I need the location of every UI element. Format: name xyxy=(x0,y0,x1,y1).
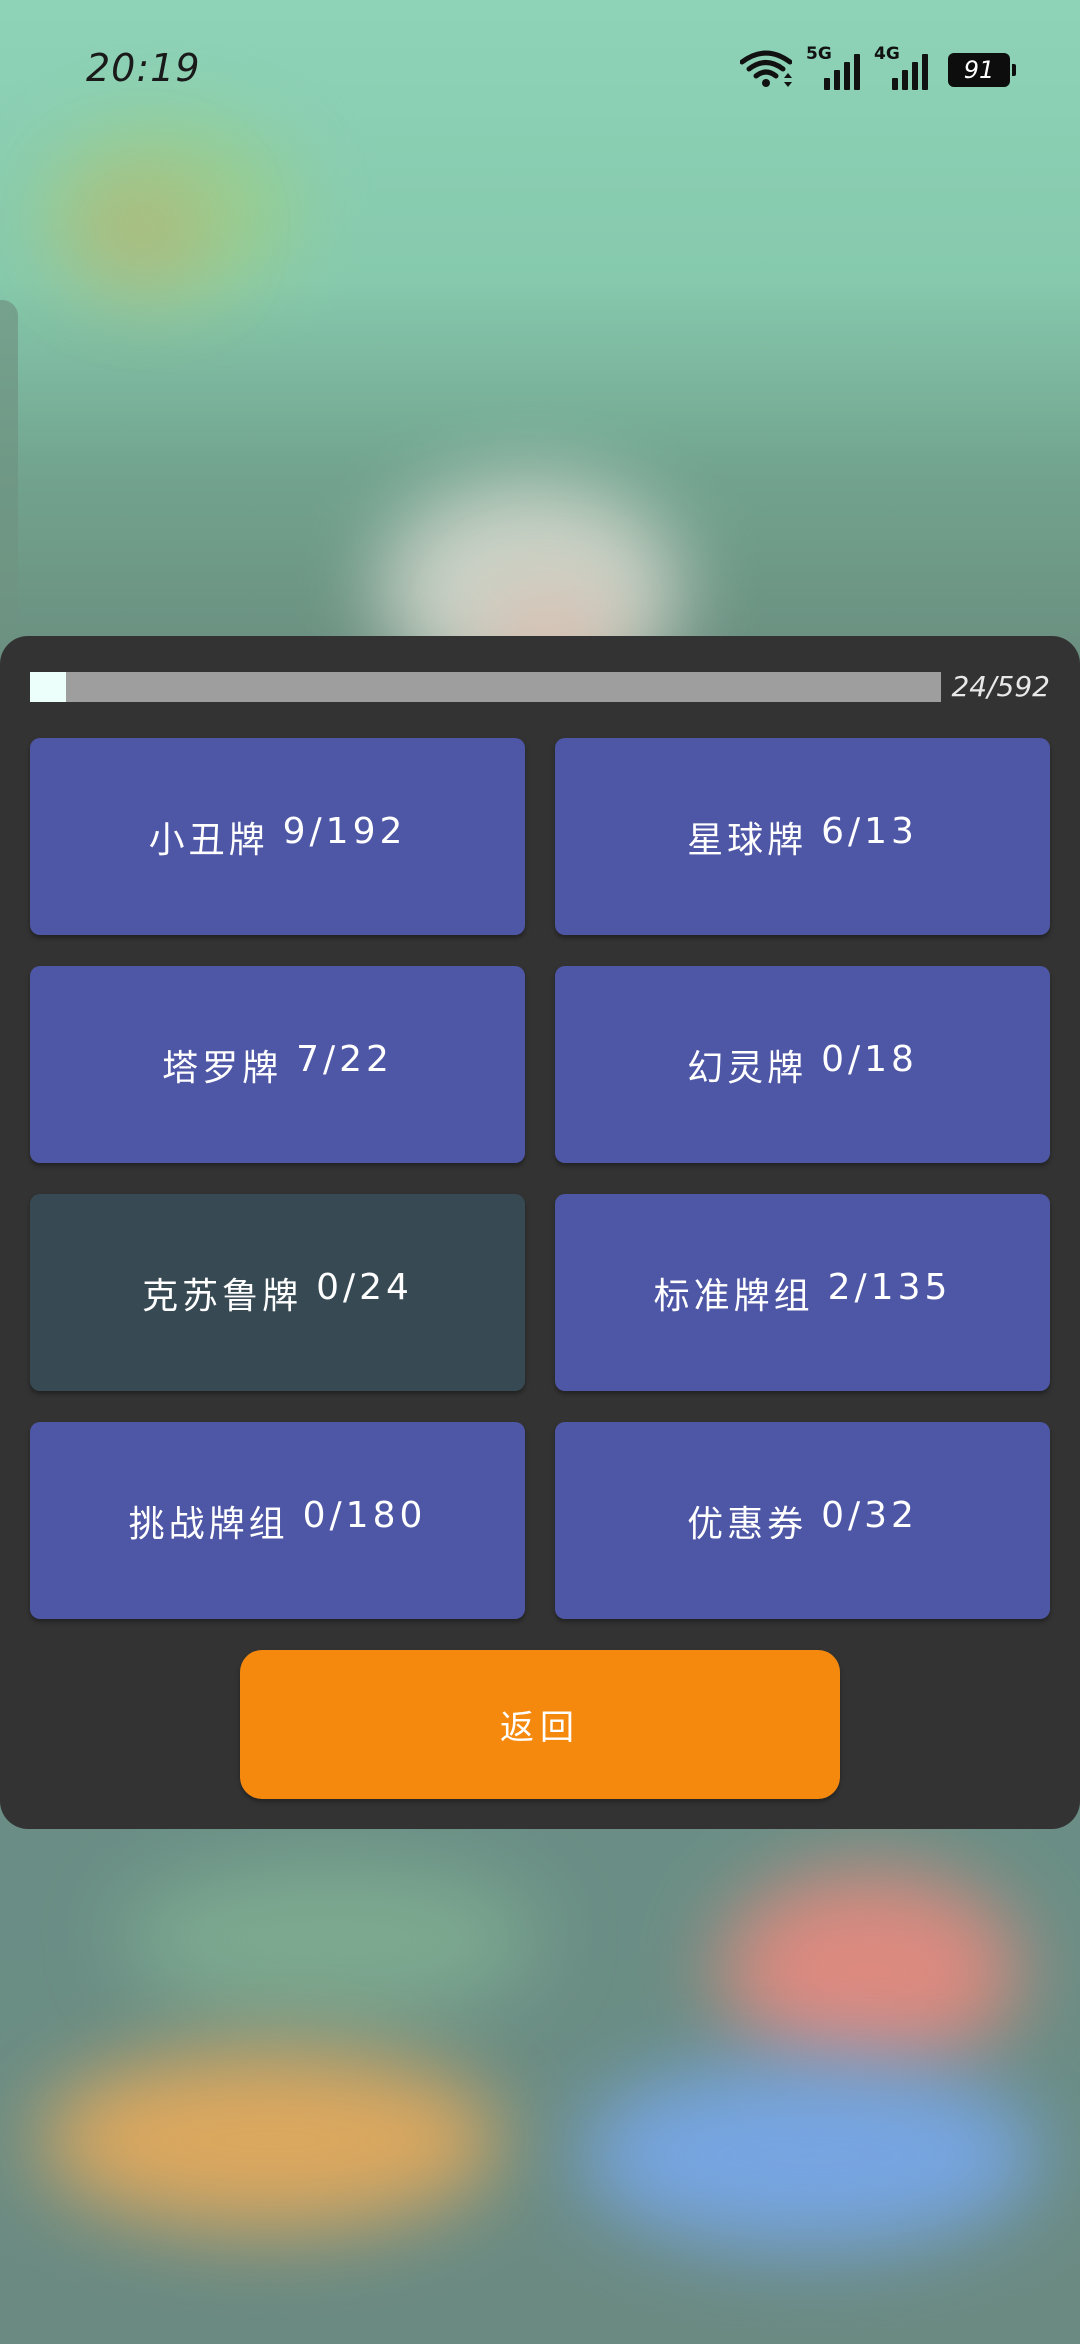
battery-icon: 91 xyxy=(948,53,1016,87)
deck-button-vouchers[interactable]: 优惠券 0/32 xyxy=(555,1422,1050,1619)
collection-progress-bar xyxy=(30,672,941,702)
deck-button-tarot[interactable]: 塔罗牌 7/22 xyxy=(30,966,525,1163)
signal-5g-icon: 5G xyxy=(806,44,860,90)
wifi-icon xyxy=(740,50,792,87)
deck-grid: 小丑牌 9/192 星球牌 6/13 塔罗牌 7/22 幻灵牌 0/18 克苏鲁牌 0/2… xyxy=(30,738,1050,1619)
deck-button-spectral[interactable]: 幻灵牌 0/18 xyxy=(555,966,1050,1163)
deck-button-cthulhu[interactable]: 克苏鲁牌 0/24 xyxy=(30,1194,525,1391)
collection-panel: 24/592 小丑牌 9/192 星球牌 6/13 塔罗牌 7/22 幻灵牌 0/18 … xyxy=(0,636,1080,1829)
return-button[interactable]: 返回 xyxy=(240,1650,840,1799)
deck-button-challenge[interactable]: 挑战牌组 0/180 xyxy=(30,1422,525,1619)
deck-button-standard[interactable]: 标准牌组 2/135 xyxy=(555,1194,1050,1391)
status-bar: 20:19 5G 4G 91 xyxy=(0,0,1080,150)
side-handle xyxy=(0,300,18,640)
signal-4g-icon: 4G xyxy=(874,44,928,90)
progress-count: 24/592 xyxy=(951,670,1050,703)
progress-fill xyxy=(30,672,67,702)
deck-button-planets[interactable]: 星球牌 6/13 xyxy=(555,738,1050,935)
battery-level: 91 xyxy=(963,56,995,84)
status-time: 20:19 xyxy=(86,46,201,90)
deck-button-jokers[interactable]: 小丑牌 9/192 xyxy=(30,738,525,935)
